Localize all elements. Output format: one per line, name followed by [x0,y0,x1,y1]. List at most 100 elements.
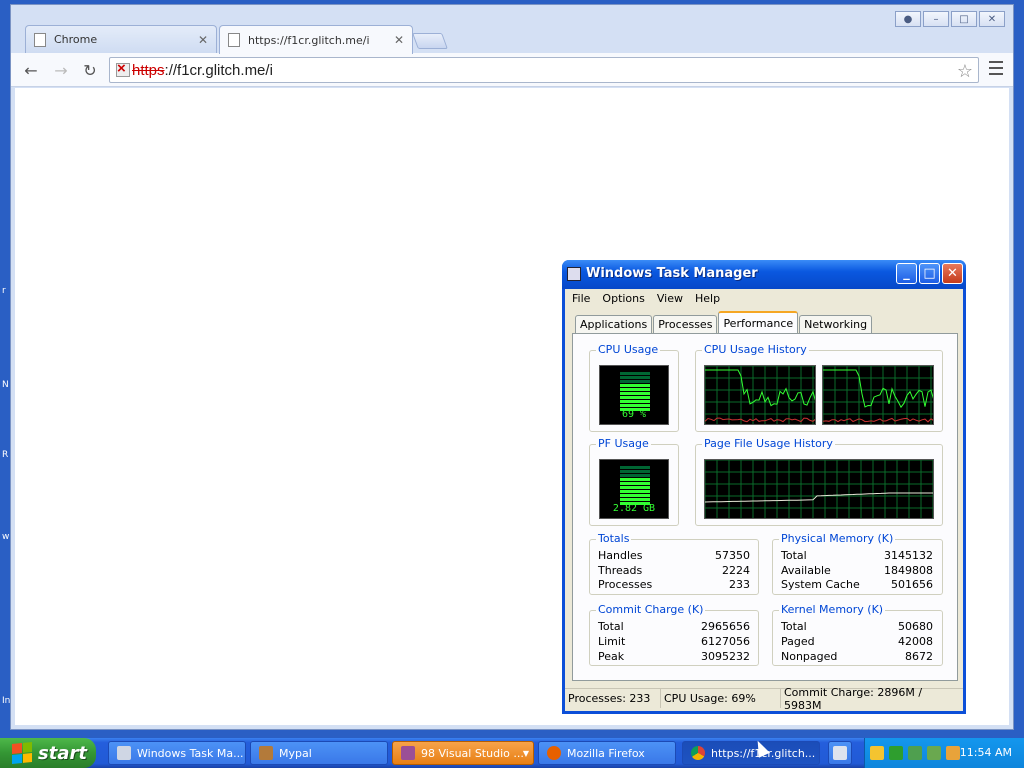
menu-help[interactable]: Help [695,292,720,305]
clock[interactable]: 11:54 AM [960,746,1012,759]
group-label: Totals [596,532,632,545]
taskbar-item-mypal[interactable]: Mypal [250,741,388,765]
commit-charge-group: Commit Charge (K) Total 2965656 Limit 6127… [589,603,759,666]
menu-options[interactable]: Options [602,292,644,305]
close-button[interactable]: ✕ [942,263,963,284]
stat-label: Paged [781,635,815,648]
page-icon [228,33,240,47]
kernel-memory-group: Kernel Memory (K) Total 50680 Paged 42008 … [772,603,943,666]
status-processes: Processes: 233 [565,689,661,708]
desktop-icon-label: R [2,450,9,460]
pf-history-graph [704,459,934,519]
browser-toolbar: ← → ↻ https://f1cr.glitch.me/i ☆ [11,53,1013,87]
minimize-button[interactable]: _ [896,263,917,284]
keyboard-glyph-icon [833,746,847,760]
stat-value: 2965656 [701,620,750,633]
tab-processes[interactable]: Processes [653,315,718,333]
start-label: start [38,742,87,764]
profile-icon[interactable]: ● [895,11,921,27]
address-bar[interactable]: https://f1cr.glitch.me/i [109,57,979,83]
tab-networking[interactable]: Networking [799,315,873,333]
group-dropdown-icon[interactable]: ▼ [523,749,529,758]
kernel-memory-table: Total 50680 Paged 42008 Nonpaged 8672 [781,620,933,665]
cpu-usage-group: CPU Usage 69 % [589,343,679,432]
stat-row: Total 50680 [781,620,933,635]
mypal-icon [259,746,273,760]
maximize-button[interactable]: □ [951,11,977,27]
tab-chrome[interactable]: Chrome ✕ [25,25,217,53]
group-label: Commit Charge (K) [596,603,706,616]
tab-strip: ● – □ ✕ Chrome ✕ https://f1cr.glitch.me/… [11,5,1013,54]
cpu-meter: 69 % [599,365,669,425]
stat-value: 42008 [898,635,933,648]
search-icon[interactable] [946,746,960,760]
stat-label: Total [781,549,807,562]
stat-label: Handles [598,549,643,562]
windows-logo-icon [12,741,32,765]
insecure-lock-icon[interactable] [116,60,130,77]
taskbar-item-task-manager[interactable]: Windows Task Ma... [108,741,246,765]
tab-applications[interactable]: Applications [575,315,653,333]
title-bar[interactable]: Windows Task Manager _ □ ✕ [562,260,966,289]
cpu-history-group: CPU Usage History [695,343,943,432]
taskbar-item-label: Windows Task Ma... [137,746,244,760]
stat-value: 2224 [722,564,750,577]
stat-value: 1849808 [884,564,933,577]
network-icon[interactable] [889,746,903,760]
keyboard-icon[interactable] [828,741,852,765]
stat-label: Available [781,564,831,577]
taskbar-item-chrome[interactable]: https://f1cr.glitch... [682,741,820,765]
stat-label: System Cache [781,578,860,591]
taskbar: start Windows Task Ma... Mypal 98 Visual… [0,738,1024,768]
stat-value: 6127056 [701,635,750,648]
totals-table: Handles 57350 Threads 2224 Processes 233 [598,549,750,594]
tab-performance[interactable]: Performance [718,311,799,333]
new-tab-button[interactable] [412,33,448,49]
menu-view[interactable]: View [657,292,683,305]
reload-icon[interactable]: ↻ [80,60,100,80]
stat-row: Handles 57350 [598,549,750,564]
firefox-icon [547,746,561,760]
minimize-button[interactable]: – [923,11,949,27]
stat-row: Peak 3095232 [598,650,750,665]
taskbar-item-visual-studio[interactable]: 98 Visual Studio ... ▼ [392,741,534,765]
system-tray: 11:54 AM [864,738,1024,768]
stat-label: Total [598,620,624,633]
chrome-menu-icon[interactable] [989,61,1003,75]
desktop-icon-label: r [2,286,6,296]
stat-row: Nonpaged 8672 [781,650,933,665]
stat-value: 3145132 [884,549,933,562]
group-label: PF Usage [596,437,651,450]
stat-label: Nonpaged [781,650,838,663]
maximize-button[interactable]: □ [919,263,940,284]
url-host-path: ://f1cr.glitch.me/i [164,61,273,79]
status-bar: Processes: 233 CPU Usage: 69% Commit Cha… [565,686,963,712]
back-arrow-icon[interactable]: ← [21,60,41,80]
task-manager-icon [567,267,581,281]
performance-panel: CPU Usage 69 % CPU Usage History PF Usag… [572,333,958,681]
window-title: Windows Task Manager [586,266,758,281]
stat-label: Peak [598,650,625,663]
stat-row: Total 2965656 [598,620,750,635]
chrome-icon [691,746,705,760]
tab-row: Applications Processes Performance Netwo… [575,311,873,333]
taskmgr-tray-icon[interactable] [908,746,922,760]
menu-file[interactable]: File [572,292,590,305]
stat-row: Paged 42008 [781,635,933,650]
security-shield-icon[interactable] [870,746,884,760]
group-label: CPU Usage [596,343,661,356]
bookmark-star-icon[interactable]: ☆ [957,61,973,82]
tray-app-icon[interactable] [927,746,941,760]
forward-arrow-icon[interactable]: → [51,60,71,80]
cpu-usage-value: 69 % [621,409,647,420]
tab-glitch[interactable]: https://f1cr.glitch.me/i ✕ [219,25,413,54]
pf-usage-group: PF Usage 2.82 GB [589,437,679,526]
totals-group: Totals Handles 57350 Threads 2224 Processe… [589,532,759,595]
tab-close-icon[interactable]: ✕ [198,33,208,47]
start-button[interactable]: start [0,738,96,768]
close-button[interactable]: ✕ [979,11,1005,27]
tab-close-icon[interactable]: ✕ [394,33,404,47]
stat-value: 57350 [715,549,750,562]
taskbar-item-firefox[interactable]: Mozilla Firefox [538,741,676,765]
page-icon [34,32,46,47]
